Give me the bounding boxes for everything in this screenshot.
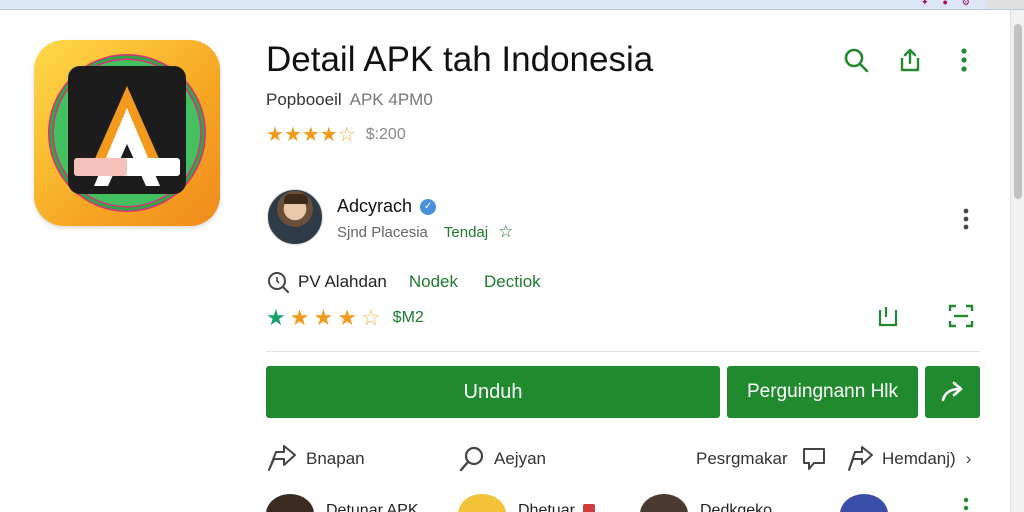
search-button[interactable] [842, 44, 870, 76]
rating-count: $:200 [365, 126, 406, 143]
trend-icon: ☆ [498, 222, 514, 241]
related-avatar [840, 494, 888, 512]
search-icon [844, 48, 869, 73]
trend-label[interactable]: Tendaj [444, 224, 488, 241]
star-icon: ★ [337, 305, 357, 330]
star-icon: ★ [266, 124, 284, 146]
bottom-action-1-label: Bnapan [306, 449, 365, 468]
related-item[interactable] [840, 494, 900, 512]
settings-icon[interactable]: ⚙ [962, 0, 984, 7]
more-vert-icon [963, 497, 969, 511]
bottom-action-4-label: Hemdanj) [882, 449, 956, 468]
chat-icon [802, 448, 825, 470]
arrow-forward-icon [941, 381, 962, 402]
related-apps-strip: Detunar APK Dhetuar Dedkgeko [0, 494, 1010, 512]
related-more-button[interactable] [962, 494, 970, 512]
star-icon: ★ [289, 305, 310, 330]
info-link-1[interactable]: Nodek [409, 272, 458, 292]
tray-icons: ✦●⚙ [921, 0, 984, 8]
related-item[interactable]: Detunar APK [266, 494, 419, 512]
verified-badge-icon: ✓ [420, 198, 437, 215]
developer-subtitle: Sjnd Placesia [337, 223, 428, 241]
related-avatar [266, 494, 314, 512]
bottom-action-1[interactable]: Bnapan [266, 444, 365, 474]
more-options-button[interactable] [950, 44, 978, 76]
bottom-action-3[interactable]: Pesrgmakar [696, 444, 828, 474]
publisher-line: Popbooeil APK 4PM0 [266, 90, 433, 110]
app-rating: ★ ★ ★ ★ ☆ $:200 [266, 124, 406, 146]
secondary-rating-count: $M2 [392, 309, 424, 326]
section-divider [266, 351, 980, 352]
window-titlebar: ✦●⚙ [0, 0, 1024, 10]
bottom-action-2[interactable]: Aejyan [458, 444, 546, 474]
share-icon [900, 48, 920, 72]
publisher-name[interactable]: Popbooeil [266, 90, 342, 109]
send-share-icon [848, 446, 873, 471]
info-label: PV Alahdan [298, 272, 387, 291]
close-window-button[interactable] [986, 0, 1024, 9]
related-item-label: Dedkgeko [700, 502, 773, 512]
half-star-icon: ☆ [337, 124, 356, 146]
related-item[interactable]: Dedkgeko [640, 494, 772, 512]
star-icon: ★ [283, 124, 302, 146]
star-icon: ★ [266, 305, 286, 330]
share-arrow-icon [268, 445, 296, 471]
bookmark-share-icon [878, 307, 898, 327]
chevron-right-icon: › [965, 449, 972, 468]
secondary-rating: ★ ★ ★ ★ ☆ $M2 [266, 306, 424, 330]
info-row: PV Alahdan Nodek Dectiok [266, 270, 567, 294]
vertical-scrollbar[interactable] [1010, 10, 1024, 512]
top-actions [816, 44, 978, 76]
bottom-action-4[interactable]: Hemdanj) › [846, 444, 971, 474]
puzzle-icon[interactable]: ✦ [921, 0, 943, 7]
info-link-2[interactable]: Dectiok [484, 272, 541, 292]
developer-name[interactable]: Adcyrach [337, 196, 412, 217]
related-avatar [640, 494, 688, 512]
related-item[interactable]: Dhetuar [458, 494, 595, 512]
developer-subtitle-row: Sjnd Placesia Tendaj ☆ [337, 222, 513, 242]
star-icon: ★ [313, 305, 334, 330]
half-star-icon: ☆ [360, 305, 381, 330]
search-history-icon [268, 272, 289, 293]
badge-icon [582, 504, 595, 512]
related-avatar [458, 494, 506, 512]
qr-scan-icon [948, 304, 974, 328]
scrollbar-thumb[interactable] [1014, 24, 1022, 199]
bottom-actions: Bnapan Aejyan Pesrgmakar Hemdanj) › [0, 444, 1000, 474]
more-vert-icon [961, 48, 967, 72]
share-button[interactable] [896, 44, 924, 76]
bottom-action-2-label: Aejyan [494, 449, 546, 468]
bottom-action-3-label: Pesrgmakar [696, 449, 788, 468]
save-button[interactable] [874, 302, 902, 330]
qr-code-button[interactable] [947, 302, 975, 330]
shield-icon[interactable]: ● [942, 0, 961, 7]
related-item-label: Detunar APK [326, 502, 419, 512]
developer-avatar[interactable] [267, 189, 323, 245]
related-item-label: Dhetuar [518, 502, 575, 512]
more-vert-icon [963, 208, 969, 230]
search-icon [459, 446, 484, 472]
star-icon: ★ [319, 124, 338, 146]
publisher-meta: APK 4PM0 [349, 90, 433, 109]
developer-more-button[interactable] [956, 204, 976, 234]
developer-name-row: Adcyrach ✓ [337, 196, 437, 217]
app-title: Detail APK tah Indonesia [266, 40, 654, 79]
share-forward-button[interactable] [925, 366, 980, 418]
secondary-action-button[interactable]: Perguingnann Hlk [727, 366, 918, 418]
app-icon [34, 40, 220, 226]
download-button[interactable]: Unduh [266, 366, 720, 418]
star-icon: ★ [301, 124, 320, 146]
